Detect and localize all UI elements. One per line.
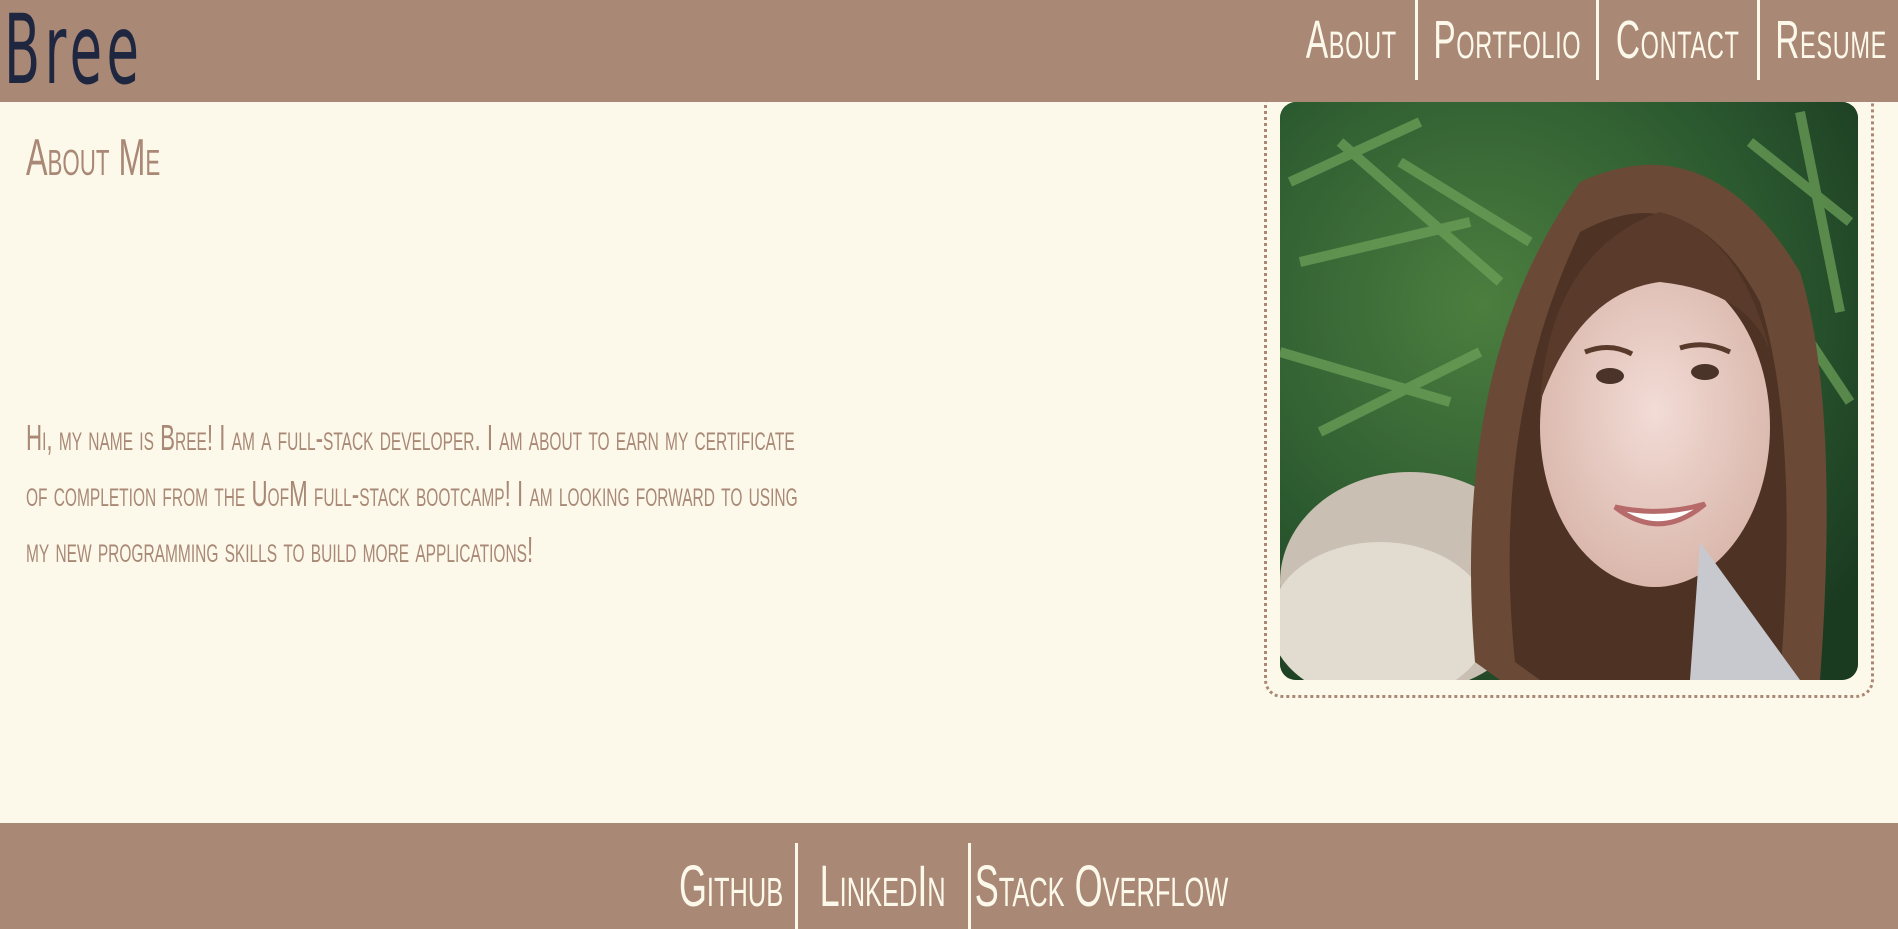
- bio-line: my new programming skills to build more …: [26, 529, 534, 570]
- nav-about-label: About: [1305, 10, 1397, 70]
- nav-resume-label: Resume: [1775, 10, 1887, 70]
- nav-resume-link[interactable]: Resume: [1757, 0, 1888, 80]
- bio-line: Hi, my name is Bree! I am a full-stack d…: [26, 417, 795, 458]
- linkedin-link[interactable]: LinkedIn: [795, 843, 968, 929]
- nav-about-link[interactable]: About: [1301, 0, 1415, 80]
- stack-overflow-label: Stack Overflow: [974, 853, 1228, 919]
- nav-portfolio-label: Portfolio: [1433, 10, 1581, 70]
- github-label: Github: [678, 853, 784, 919]
- main-nav: About Portfolio Contact Resume: [1301, 0, 1888, 80]
- stack-overflow-link[interactable]: Stack Overflow: [968, 843, 1231, 929]
- profile-photo: [1280, 102, 1858, 680]
- site-footer: Github LinkedIn Stack Overflow: [0, 823, 1898, 929]
- nav-contact-link[interactable]: Contact: [1596, 0, 1757, 80]
- page-title: About Me: [26, 129, 161, 187]
- bio-line: of completion from the UofM full-stack b…: [26, 473, 798, 514]
- footer-nav: Github LinkedIn Stack Overflow: [0, 843, 1898, 929]
- nav-portfolio-link[interactable]: Portfolio: [1415, 0, 1596, 80]
- github-link[interactable]: Github: [667, 843, 795, 929]
- linkedin-label: LinkedIn: [819, 853, 947, 919]
- nav-contact-label: Contact: [1616, 10, 1740, 70]
- brand-logo[interactable]: Bree: [4, 0, 143, 106]
- bio-paragraph: Hi, my name is Bree! I am a full-stack d…: [26, 410, 956, 578]
- profile-photo-icon: [1280, 102, 1858, 680]
